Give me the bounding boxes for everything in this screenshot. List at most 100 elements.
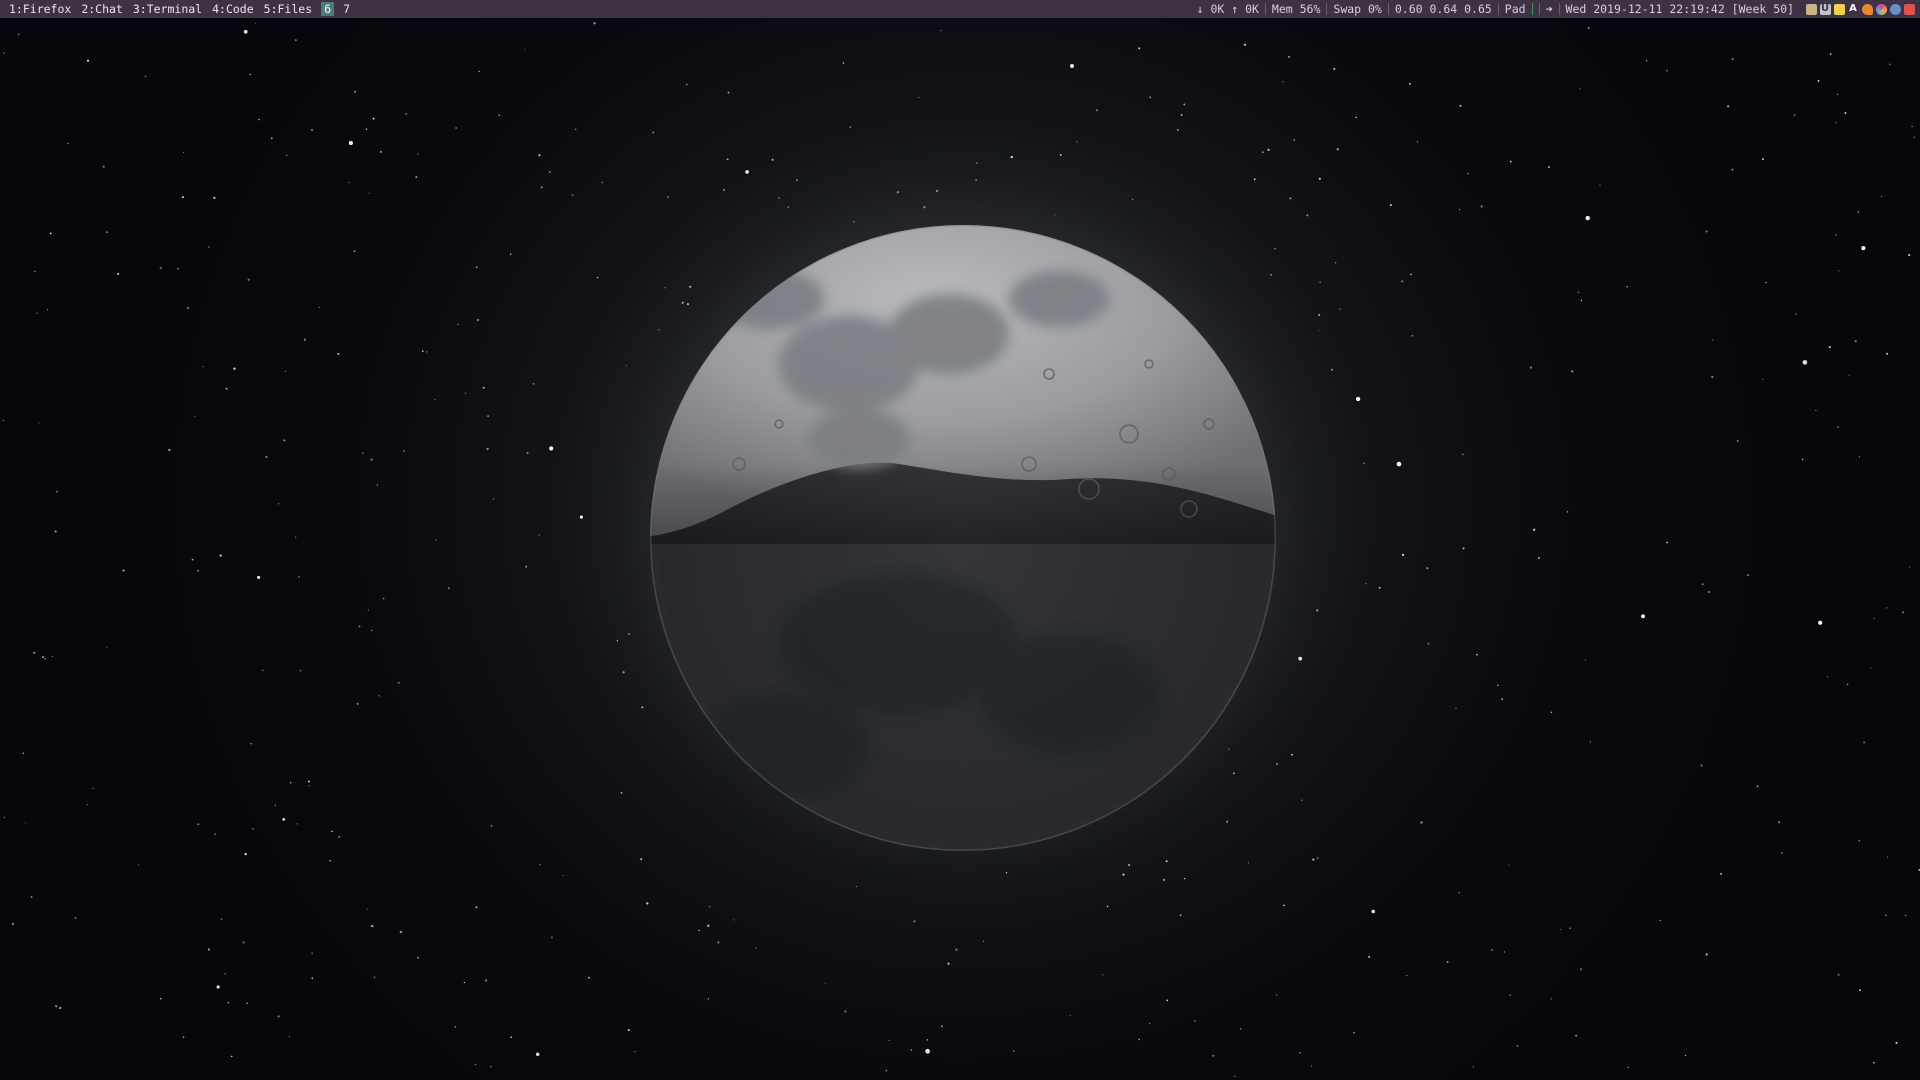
star: [54, 530, 57, 533]
star: [1509, 160, 1512, 163]
star: [1666, 541, 1668, 544]
star: [1319, 281, 1321, 284]
star: [1886, 856, 1889, 858]
star: [549, 446, 554, 451]
star: [1765, 281, 1767, 284]
star: [1446, 961, 1449, 963]
star: [220, 918, 223, 921]
desktop: 1:Firefox 2:Chat 3:Terminal 4:Code 5:Fil…: [0, 0, 1920, 1080]
star: [417, 153, 419, 155]
star: [1239, 1028, 1242, 1030]
star: [1336, 148, 1340, 151]
star: [230, 1055, 233, 1058]
star: [246, 1002, 248, 1004]
star: [298, 576, 300, 578]
star: [1013, 1050, 1015, 1052]
star: [1575, 1034, 1577, 1037]
star: [4, 817, 6, 819]
star: [243, 29, 248, 34]
star: [1626, 286, 1628, 288]
star: [202, 365, 204, 368]
star: [535, 1052, 540, 1057]
star: [257, 575, 261, 579]
star: [1550, 711, 1553, 714]
workspace-3[interactable]: 3:Terminal: [128, 0, 207, 18]
workspace-6-active[interactable]: 6: [321, 2, 335, 16]
star: [1886, 352, 1889, 355]
star: [1665, 69, 1668, 72]
star: [1411, 334, 1414, 337]
star: [159, 997, 162, 1000]
star: [403, 450, 405, 452]
star: [1895, 1041, 1898, 1044]
workspace-4[interactable]: 4:Code: [207, 0, 259, 18]
star: [1179, 914, 1182, 917]
flame-icon[interactable]: [1861, 3, 1873, 15]
star: [1908, 253, 1911, 257]
star: [434, 398, 436, 400]
star: [1537, 557, 1540, 559]
star: [294, 39, 297, 42]
star: [46, 308, 49, 311]
clipboard-icon[interactable]: [1805, 3, 1817, 15]
star: [144, 75, 147, 78]
star: [1243, 43, 1247, 46]
star: [1627, 1066, 1629, 1069]
star: [640, 858, 643, 861]
star: [1550, 998, 1552, 1000]
pinwheel-icon[interactable]: [1875, 3, 1887, 15]
star: [447, 587, 450, 590]
star: [1857, 211, 1860, 213]
star: [1844, 112, 1847, 114]
star: [539, 863, 541, 866]
star: [1467, 172, 1469, 175]
star: [318, 306, 320, 308]
workspace-2[interactable]: 2:Chat: [76, 0, 128, 18]
star: [44, 658, 47, 660]
star: [524, 49, 526, 51]
workspace-1[interactable]: 1:Firefox: [4, 0, 76, 18]
star: [299, 669, 302, 672]
font-a-icon[interactable]: A: [1848, 3, 1859, 15]
star: [376, 484, 379, 486]
star: [194, 415, 196, 417]
star: [308, 780, 310, 783]
star: [733, 919, 735, 921]
star: [1587, 26, 1590, 30]
workspace-list: 1:Firefox 2:Chat 3:Terminal 4:Code 5:Fil…: [0, 0, 355, 18]
note-icon[interactable]: [1833, 3, 1845, 15]
star: [168, 448, 171, 452]
star: [1569, 927, 1572, 930]
workspace-7[interactable]: 7: [338, 0, 355, 18]
star: [1854, 340, 1857, 343]
star: [1149, 96, 1152, 99]
magnet-icon[interactable]: U: [1819, 3, 1831, 15]
star: [487, 415, 490, 418]
star: [102, 165, 105, 168]
star: [1138, 1038, 1140, 1041]
star: [475, 266, 478, 269]
star: [425, 351, 428, 353]
star: [233, 367, 236, 370]
network-globe-icon[interactable]: [1889, 3, 1901, 15]
star: [1645, 59, 1648, 62]
star: [620, 792, 623, 794]
star: [1571, 370, 1574, 373]
star: [1503, 951, 1505, 953]
star: [277, 1015, 280, 1018]
star: [1408, 82, 1411, 85]
star: [331, 830, 333, 833]
system-tray: U A: [1800, 3, 1916, 15]
workspace-5[interactable]: 5:Files: [259, 0, 317, 18]
star: [11, 922, 15, 926]
star: [308, 785, 310, 787]
star: [338, 835, 341, 838]
star: [289, 781, 292, 784]
star: [397, 681, 400, 684]
star: [464, 392, 467, 394]
star: [67, 142, 69, 145]
star: [941, 1025, 943, 1028]
star: [492, 498, 495, 500]
star: [1282, 81, 1284, 83]
mail-icon[interactable]: [1903, 3, 1915, 15]
